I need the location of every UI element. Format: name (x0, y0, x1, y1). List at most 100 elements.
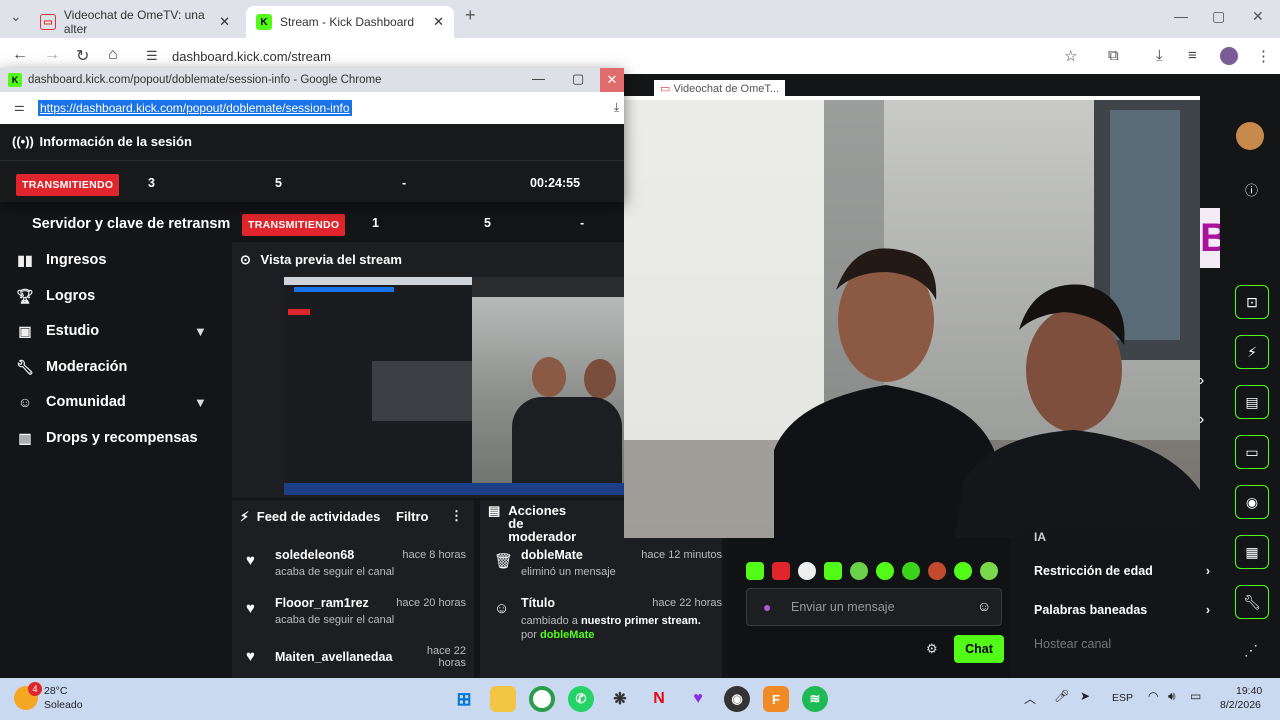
reload-icon[interactable]: ↻ (76, 46, 89, 66)
emote-icon[interactable] (876, 562, 894, 580)
tab-search-icon[interactable]: ⌄ (10, 8, 22, 25)
ometv-window-title: ▭ Videochat de OmeT... (654, 80, 786, 97)
sidebar-item-comunidad[interactable]: ☺ Comunidad ▼ (16, 387, 207, 417)
clock-time[interactable]: 19:40 (1236, 685, 1262, 697)
popup-address-bar[interactable]: ⚌ https://dashboard.kick.com/popout/dobl… (0, 92, 624, 124)
bar-chart-icon: ▮▮ (17, 251, 33, 268)
emote-icon[interactable] (850, 562, 868, 580)
site-info-icon[interactable]: ⚌ (14, 100, 25, 114)
divider (0, 160, 624, 161)
chrome-icon[interactable] (529, 686, 555, 712)
user-name[interactable]: Maiten_avellanedaa (275, 650, 392, 664)
location-icon[interactable]: ➤ (1080, 689, 1090, 703)
chat-input[interactable]: ● Enviar un mensaje ☺ (746, 588, 1002, 626)
obs-icon[interactable]: ◉ (724, 686, 750, 712)
layout-button[interactable]: ▦ (1235, 535, 1269, 569)
tab-ometv[interactable]: ▭ Videochat de OmeTV: una alter ✕ (30, 6, 240, 38)
maximize-icon[interactable]: ▢ (1212, 8, 1225, 25)
chevron-up-icon[interactable]: ︿ (1024, 690, 1036, 707)
camera-button[interactable]: ⊡ (1235, 285, 1269, 319)
site-info-icon[interactable]: ☰ (146, 48, 158, 64)
wrench-button[interactable]: 🔧︎ (1235, 585, 1269, 619)
microphone-icon[interactable]: 🎤︎ (1054, 689, 1069, 703)
close-icon[interactable]: ✕ (433, 14, 444, 30)
tab-kick-dashboard[interactable]: K Stream - Kick Dashboard ✕ (246, 6, 454, 38)
forward-icon[interactable]: → (44, 46, 60, 64)
stream-preview-video[interactable] (284, 277, 624, 495)
emote-icon[interactable] (824, 562, 842, 580)
language-indicator[interactable]: ESP (1112, 692, 1133, 704)
chevron-right-icon[interactable]: › (1199, 372, 1204, 390)
maximize-icon[interactable]: ▢ (572, 71, 584, 87)
minimize-icon[interactable]: — (532, 71, 545, 86)
spotify-icon[interactable]: ≋ (802, 686, 828, 712)
user-name[interactable]: dobleMate (521, 548, 583, 562)
user-link[interactable]: dobleMate (540, 629, 594, 641)
sidebar-item-server-key[interactable]: Servidor y clave de retransm (32, 216, 230, 232)
mod-title: Acciones de moderador (508, 503, 577, 544)
sidebar-item-logros[interactable]: 🏆︎ Logros (16, 281, 95, 311)
user-name[interactable]: Flooor_ram1rez (275, 596, 369, 610)
file-explorer-icon[interactable] (490, 686, 516, 712)
user-name[interactable]: soledeleon68 (275, 548, 354, 562)
chatgpt-icon[interactable]: ❋ (607, 686, 633, 712)
extensions-icon[interactable]: ⧉ (1108, 47, 1119, 64)
setting-banned-words[interactable]: Palabras baneadas › (1034, 603, 1210, 617)
sidebar-item-estudio[interactable]: ▣ Estudio ▼ (16, 316, 207, 346)
sidebar-item-ingresos[interactable]: ▮▮ Ingresos (16, 245, 106, 275)
session-bar: TRANSMITIENDO 1 5 - (232, 206, 624, 240)
more-options-icon[interactable]: ⋮ (450, 508, 463, 524)
battery-icon[interactable]: ▭ (1190, 689, 1201, 703)
chevron-right-icon[interactable]: › (1199, 411, 1204, 429)
share-icon[interactable]: ⋰ (1244, 642, 1258, 659)
emote-icon[interactable] (928, 562, 946, 580)
media-icon[interactable]: ≡ (1188, 47, 1197, 64)
emote-icon[interactable] (746, 562, 764, 580)
close-window-icon[interactable]: ✕ (1252, 8, 1264, 25)
netflix-icon[interactable]: N (646, 686, 672, 712)
webcam-feed (624, 100, 1200, 538)
emote-icon[interactable] (772, 562, 790, 580)
address-bar[interactable]: dashboard.kick.com/stream (172, 49, 331, 64)
windows-start-icon[interactable]: ⊞ (451, 686, 477, 712)
fl-studio-icon[interactable]: F (763, 686, 789, 712)
minimize-icon[interactable]: — (1174, 8, 1188, 24)
emoji-icon[interactable]: ☺ (977, 598, 991, 614)
close-icon[interactable]: ✕ (219, 14, 230, 30)
emote-icon[interactable] (902, 562, 920, 580)
settings-partial-item[interactable]: IA (1034, 530, 1046, 544)
emote-icon[interactable] (954, 562, 972, 580)
broadcast-button[interactable]: ◉ (1235, 485, 1269, 519)
volume-icon[interactable]: 🔊︎ (1168, 689, 1176, 704)
heart-app-icon[interactable]: ♥ (685, 686, 711, 712)
chat-button[interactable]: ▭ (1235, 435, 1269, 469)
wifi-icon[interactable]: ◠ (1148, 689, 1158, 703)
bookmark-star-icon[interactable]: ☆ (1064, 47, 1077, 65)
microphone-icon[interactable]: ● (763, 599, 771, 615)
timestamp: hace 12 minutos (641, 549, 722, 561)
profile-avatar[interactable] (1220, 47, 1238, 65)
menu-icon[interactable]: ⋮ (1256, 47, 1271, 65)
filter-button[interactable]: Filtro (396, 509, 429, 524)
popup-url[interactable]: https://dashboard.kick.com/popout/doblem… (38, 100, 352, 116)
sidebar-item-drops[interactable]: ▥ Drops y recompensas (16, 423, 197, 453)
emote-icon[interactable] (798, 562, 816, 580)
setting-age-restriction[interactable]: Restricción de edad › (1034, 564, 1210, 578)
clock-date[interactable]: 8/2/2026 (1220, 699, 1261, 711)
home-icon[interactable]: ⌂ (108, 46, 118, 64)
document-button[interactable]: ▤ (1235, 385, 1269, 419)
download-icon[interactable]: ⤓ (1156, 47, 1163, 64)
chat-send-button[interactable]: Chat (954, 635, 1004, 663)
download-icon[interactable]: ⤓ (614, 100, 619, 115)
whatsapp-icon[interactable]: ✆ (568, 686, 594, 712)
emote-icon[interactable] (980, 562, 998, 580)
info-icon[interactable]: ⓘ (1245, 180, 1258, 199)
new-tab-button[interactable]: + (465, 5, 476, 26)
tab-title: Videochat de OmeTV: una alter (63, 8, 205, 36)
back-icon[interactable]: ← (12, 46, 28, 64)
close-icon[interactable]: ✕ (600, 68, 624, 92)
avatar[interactable] (1236, 122, 1264, 150)
sidebar-item-moderacion[interactable]: 🔧︎ Moderación (16, 352, 127, 382)
gear-icon[interactable]: ⚙ (926, 641, 938, 657)
bolt-button[interactable]: ⚡︎ (1235, 335, 1269, 369)
